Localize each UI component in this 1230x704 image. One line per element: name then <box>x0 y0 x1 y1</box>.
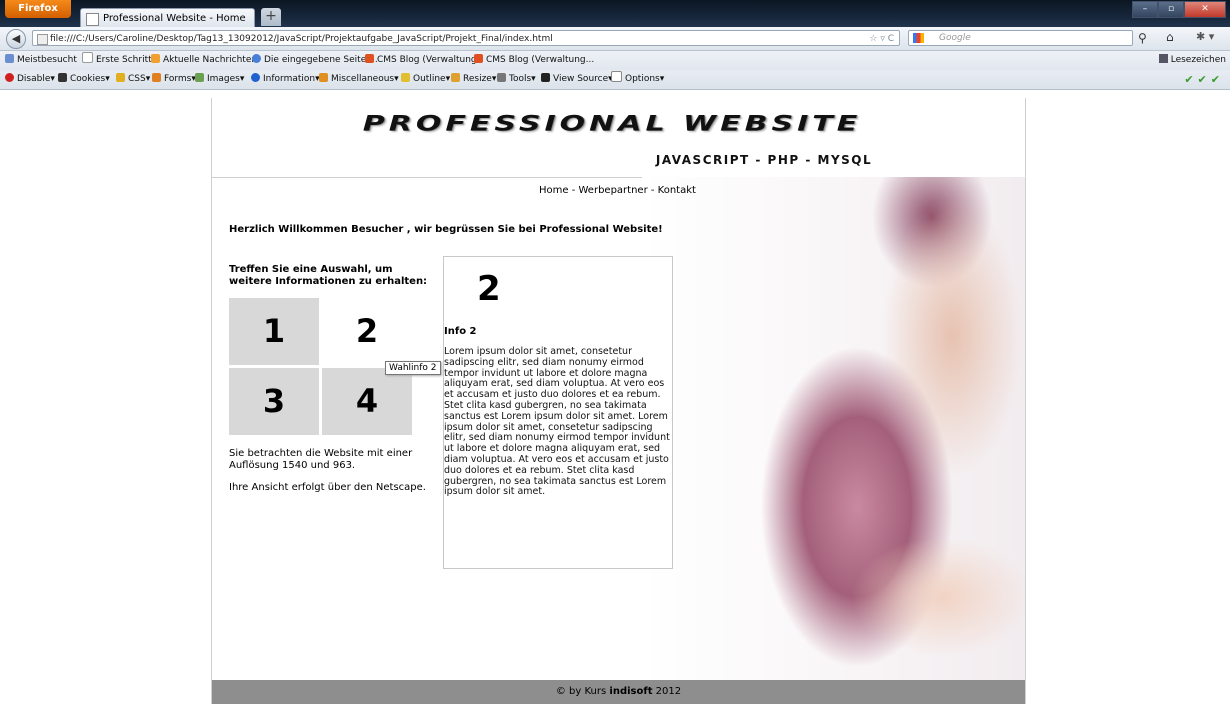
dev-cookies-menu[interactable]: Cookies▾ <box>58 70 110 89</box>
minimize-icon[interactable]: – <box>1132 1 1158 18</box>
close-icon[interactable]: ✕ <box>1184 1 1226 18</box>
browser-info: Ihre Ansicht erfolgt über den Netscape. <box>229 482 426 493</box>
nav-kontakt-link[interactable]: Kontakt <box>658 185 696 196</box>
back-arrow-icon[interactable]: ◀ <box>6 29 26 49</box>
info-number: 2 <box>477 269 501 309</box>
choice-tile-3[interactable]: 3 <box>229 368 319 435</box>
footer-copyright: © by Kurs <box>555 686 610 697</box>
info-title: Info 2 <box>444 326 477 337</box>
dev-disable-menu[interactable]: Disable▾ <box>5 70 55 89</box>
magnifier-icon[interactable]: ⚲ <box>1138 31 1147 45</box>
maximize-icon[interactable]: ▫ <box>1158 1 1184 18</box>
blog-icon <box>474 54 483 63</box>
globe-icon <box>252 54 261 63</box>
site-slogan: JAVASCRIPT - PHP - MYSQL <box>655 153 873 167</box>
navigation-toolbar: ◀ file:///C:/Users/Caroline/Desktop/Tag1… <box>0 27 1230 51</box>
rss-icon <box>151 54 160 63</box>
choice-tile-2[interactable]: 2 <box>322 298 412 365</box>
google-icon <box>913 33 924 43</box>
bookmark-aktuelle-nachrichten[interactable]: Aktuelle Nachrichten <box>151 51 257 70</box>
nav-separator: - <box>647 185 658 196</box>
bookmarks-toolbar: Meistbesucht Erste Schritte Aktuelle Nac… <box>0 51 1230 70</box>
bookmark-star-icon[interactable]: ☆ ▿ C <box>869 31 894 45</box>
dev-css-menu[interactable]: CSS▾ <box>116 70 150 89</box>
home-icon[interactable]: ⌂ <box>1166 30 1174 44</box>
site-header: PROFESSIONAL WEBSITE JAVASCRIPT - PHP - … <box>212 98 1025 178</box>
outline-icon <box>401 73 410 82</box>
folder-icon <box>5 54 14 63</box>
dev-resize-menu[interactable]: Resize▾ <box>451 70 496 89</box>
choice-tile-1[interactable]: 1 <box>229 298 319 365</box>
footer-year: 2012 <box>652 686 682 697</box>
forms-icon <box>152 73 161 82</box>
search-input[interactable]: Google <box>908 30 1133 46</box>
dev-images-menu[interactable]: Images▾ <box>195 70 244 89</box>
site-logo: PROFESSIONAL WEBSITE <box>362 111 862 137</box>
information-icon <box>251 73 260 82</box>
dev-information-menu[interactable]: Information▾ <box>251 70 320 89</box>
tile-tooltip: Wahlinfo 2 <box>385 361 441 375</box>
tools-icon <box>497 73 506 82</box>
bookmark-erste-schritte[interactable]: Erste Schritte <box>82 51 157 70</box>
website-container: PROFESSIONAL WEBSITE JAVASCRIPT - PHP - … <box>211 98 1026 704</box>
bookmark-cms-blog-1[interactable]: CMS Blog (Verwaltung) <box>365 51 480 70</box>
dev-outline-menu[interactable]: Outline▾ <box>401 70 450 89</box>
options-icon <box>611 71 622 82</box>
dev-miscellaneous-menu[interactable]: Miscellaneous▾ <box>319 70 399 89</box>
bookmarks-icon <box>1158 54 1168 63</box>
search-placeholder: Google <box>939 33 971 43</box>
bookmark-eingegebene-seite[interactable]: Die eingegebene Seite ... <box>252 51 378 70</box>
selection-prompt: Treffen Sie eine Auswahl, um weitere Inf… <box>229 264 428 287</box>
css-icon <box>116 73 125 82</box>
site-footer: © by Kurs indisoft 2012 <box>212 680 1025 704</box>
site-identity-icon <box>37 34 48 45</box>
url-bar[interactable]: file:///C:/Users/Caroline/Desktop/Tag13_… <box>32 30 900 46</box>
info-text: Lorem ipsum dolor sit amet, consetetur s… <box>444 346 670 498</box>
page-favicon-icon <box>86 13 99 26</box>
nav-home-link[interactable]: Home <box>539 185 569 196</box>
browser-tab[interactable]: Professional Website - Home <box>80 8 255 27</box>
images-icon <box>195 73 204 82</box>
blog-icon <box>365 54 374 63</box>
bookmark-meistbesucht[interactable]: Meistbesucht <box>5 51 77 70</box>
cookies-icon <box>58 73 67 82</box>
new-tab-button[interactable]: + <box>261 8 281 26</box>
firefox-menu-button[interactable]: Firefox <box>5 0 71 18</box>
window-controls: – ▫ ✕ <box>1132 1 1226 18</box>
hero-image <box>642 177 1025 680</box>
bookmarks-menu-button[interactable]: Lesezeichen <box>1158 51 1226 70</box>
dev-forms-menu[interactable]: Forms▾ <box>152 70 196 89</box>
welcome-heading: Herzlich Willkommen Besucher , wir begrü… <box>229 224 663 235</box>
resolution-info: Sie betrachten die Website mit einer Auf… <box>229 448 413 471</box>
info-panel: 2 Info 2 Lorem ipsum dolor sit amet, con… <box>443 256 673 569</box>
window-titlebar: Firefox Professional Website - Home + – … <box>0 0 1230 27</box>
footer-brand: indisoft <box>609 686 653 697</box>
tools-menu-icon[interactable]: ✱ ▾ <box>1196 30 1214 43</box>
resize-icon <box>451 73 460 82</box>
dev-tools-menu[interactable]: Tools▾ <box>497 70 536 89</box>
bookmark-cms-blog-2[interactable]: CMS Blog (Verwaltung... <box>474 51 594 70</box>
web-developer-toolbar: Disable▾ Cookies▾ CSS▾ Forms▾ Images▾ In… <box>0 70 1230 90</box>
view-source-icon <box>541 73 550 82</box>
validation-check-icons: ✔✔✔ <box>1184 73 1224 86</box>
nav-werbepartner-link[interactable]: Werbepartner <box>579 185 648 196</box>
disable-icon <box>5 73 14 82</box>
nav-separator: - <box>568 185 579 196</box>
choice-tile-4[interactable]: 4 <box>322 368 412 435</box>
page-icon <box>82 52 93 63</box>
tab-title: Professional Website - Home <box>103 13 246 24</box>
dev-options-menu[interactable]: Options▾ <box>611 70 664 89</box>
url-text: file:///C:/Users/Caroline/Desktop/Tag13_… <box>50 34 553 44</box>
dev-view-source-menu[interactable]: View Source▾ <box>541 70 613 89</box>
miscellaneous-icon <box>319 73 328 82</box>
main-navigation: Home - Werbepartner - Kontakt <box>539 185 696 196</box>
